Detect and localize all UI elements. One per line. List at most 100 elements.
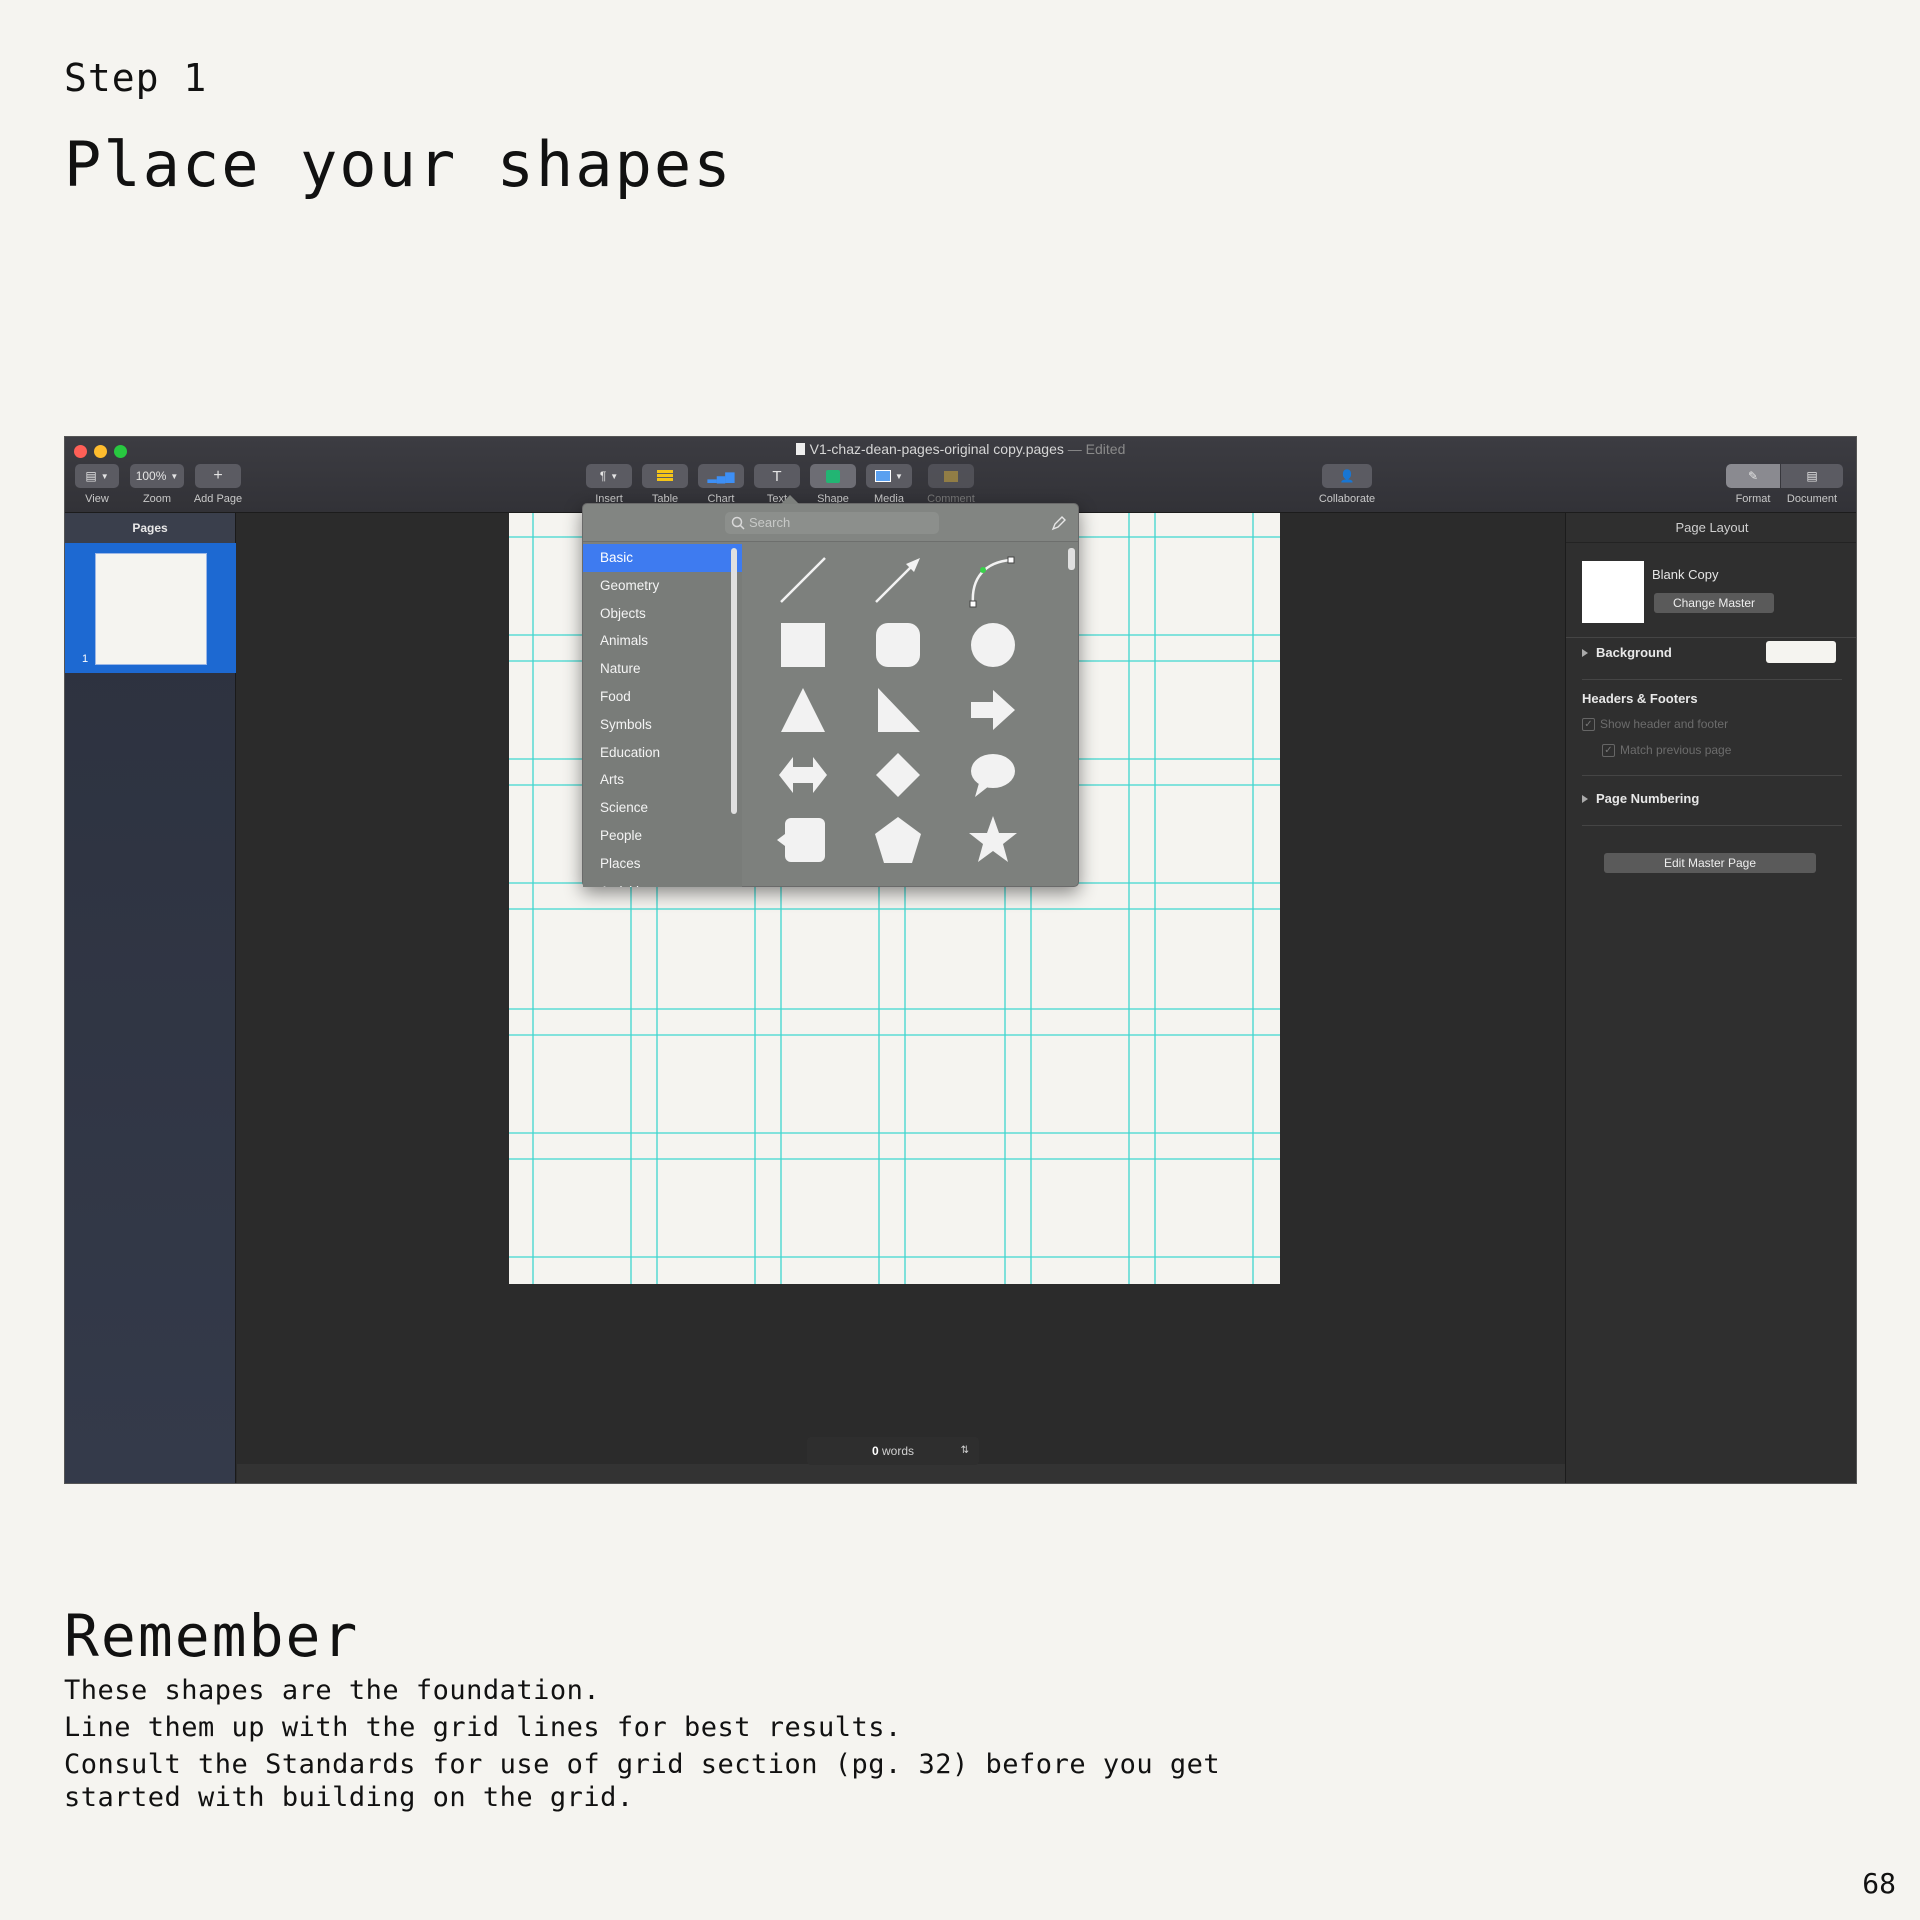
edited-status: — Edited bbox=[1067, 441, 1126, 457]
checkmark-icon: ✓ bbox=[1602, 744, 1615, 758]
shape-category-geometry[interactable]: Geometry bbox=[583, 572, 742, 600]
circle-icon[interactable] bbox=[961, 613, 1025, 677]
shape-picker-header: Search bbox=[583, 504, 1078, 542]
remember-heading: Remember bbox=[64, 1602, 360, 1670]
background-color-well[interactable] bbox=[1766, 641, 1836, 663]
view-button[interactable]: ▤ ▼ View bbox=[73, 464, 121, 505]
star-icon[interactable] bbox=[961, 808, 1025, 872]
pages-app-window: V1-chaz-dean-pages-original copy.pages —… bbox=[64, 436, 1857, 1484]
document-button[interactable]: ▤ Document bbox=[1781, 464, 1843, 505]
collaborate-label: Collaborate bbox=[1318, 493, 1376, 505]
chart-button[interactable]: ▂▄▆ Chart bbox=[697, 464, 745, 505]
pen-tool-icon[interactable] bbox=[1050, 514, 1068, 532]
chevron-down-icon: ▼ bbox=[610, 471, 619, 481]
change-master-button[interactable]: Change Master bbox=[1654, 593, 1774, 613]
chart-icon: ▂▄▆ bbox=[707, 469, 735, 483]
background-label: Background bbox=[1596, 645, 1672, 660]
zoom-menu[interactable]: 100% ▼ Zoom bbox=[129, 464, 185, 505]
shape-category-animals[interactable]: Animals bbox=[583, 627, 742, 655]
insert-button[interactable]: ¶ ▼ Insert bbox=[585, 464, 633, 505]
checkmark-icon: ✓ bbox=[1582, 718, 1595, 732]
chevron-down-icon: ▼ bbox=[170, 471, 179, 481]
shape-category-nature[interactable]: Nature bbox=[583, 655, 742, 683]
shape-category-objects[interactable]: Objects bbox=[583, 600, 742, 628]
shape-category-symbols[interactable]: Symbols bbox=[583, 711, 742, 739]
shape-button[interactable]: Shape bbox=[809, 464, 857, 505]
right-triangle-icon[interactable] bbox=[866, 678, 930, 742]
show-header-footer-checkbox[interactable]: ✓ Show header and footer bbox=[1582, 717, 1729, 732]
page-title: Place your shapes bbox=[64, 128, 733, 201]
chevron-down-icon: ▼ bbox=[895, 471, 903, 481]
search-icon bbox=[731, 516, 745, 530]
remember-body: These shapes are the foundation. Line th… bbox=[64, 1674, 1304, 1818]
shape-category-list: Basic Geometry Objects Animals Nature Food Sym… bbox=[583, 544, 742, 887]
table-button[interactable]: Table bbox=[641, 464, 689, 505]
shape-picker-popover: Search Basic Geometry Objects Animals Nature… bbox=[582, 495, 1079, 887]
page-thumbnail-selected[interactable]: 1 bbox=[65, 543, 236, 673]
add-page-label: Add Page bbox=[193, 493, 243, 505]
arrow-line-icon[interactable] bbox=[866, 548, 930, 612]
category-scrollbar[interactable] bbox=[731, 548, 737, 814]
line-icon[interactable] bbox=[771, 548, 835, 612]
word-count[interactable]: 0 words ⇅ bbox=[807, 1437, 979, 1465]
shape-category-people[interactable]: People bbox=[583, 822, 742, 850]
match-previous-page-checkbox[interactable]: ✓ Match previous page bbox=[1602, 743, 1732, 758]
shape-category-science[interactable]: Science bbox=[583, 794, 742, 822]
format-button[interactable]: ✎ Format bbox=[1725, 464, 1781, 505]
paintbrush-icon: ✎ bbox=[1747, 469, 1759, 483]
add-page-button[interactable]: + Add Page bbox=[191, 464, 245, 505]
shape-category-arts[interactable]: Arts bbox=[583, 766, 742, 794]
diamond-icon[interactable] bbox=[866, 743, 930, 807]
media-button[interactable]: ▼ Media bbox=[865, 464, 913, 505]
view-icon: ▤ bbox=[85, 469, 97, 483]
table-icon bbox=[657, 470, 673, 482]
shape-icon bbox=[826, 469, 840, 483]
master-page-thumbnail bbox=[1582, 561, 1644, 623]
popover-arrow bbox=[781, 495, 799, 504]
shape-search-input[interactable]: Search bbox=[725, 512, 939, 534]
triangle-icon[interactable] bbox=[771, 678, 835, 742]
shape-grid bbox=[746, 544, 1056, 887]
curve-icon[interactable] bbox=[961, 548, 1025, 612]
pages-heading: Pages bbox=[65, 513, 235, 543]
plus-icon: + bbox=[213, 467, 223, 484]
media-icon bbox=[875, 470, 892, 482]
collaborate-button[interactable]: 👤 Collaborate bbox=[1313, 464, 1381, 505]
canvas-bottom-bar bbox=[237, 1464, 1627, 1483]
document-icon: ▤ bbox=[1806, 469, 1818, 483]
comment-button[interactable]: Comment bbox=[921, 464, 981, 505]
page-thumbnails-sidebar: Pages 1 bbox=[65, 513, 236, 1483]
remember-line: Consult the Standards for use of grid se… bbox=[64, 1749, 1221, 1813]
arrow-icon[interactable] bbox=[961, 678, 1025, 742]
shape-category-activities[interactable]: Activities bbox=[583, 878, 742, 887]
shape-category-places[interactable]: Places bbox=[583, 850, 742, 878]
callout-square-icon[interactable] bbox=[771, 808, 835, 872]
disclosure-triangle-icon bbox=[1582, 649, 1588, 657]
page-thumbnail-number: 1 bbox=[82, 653, 89, 665]
shape-category-education[interactable]: Education bbox=[583, 739, 742, 767]
match-previous-page-label: Match previous page bbox=[1620, 743, 1732, 757]
page-numbering-label: Page Numbering bbox=[1596, 791, 1700, 806]
double-arrow-icon[interactable] bbox=[771, 743, 835, 807]
page-numbering-section[interactable]: Page Numbering bbox=[1582, 791, 1699, 806]
format-label: Format bbox=[1735, 493, 1771, 505]
remember-line: These shapes are the foundation. bbox=[64, 1675, 601, 1706]
window-title: V1-chaz-dean-pages-original copy.pages —… bbox=[65, 441, 1856, 457]
disclosure-triangle-icon bbox=[1582, 795, 1588, 803]
collaborate-icon: 👤 bbox=[1339, 469, 1355, 483]
speech-bubble-icon[interactable] bbox=[961, 743, 1025, 807]
document-icon bbox=[795, 443, 805, 455]
shape-category-basic[interactable]: Basic bbox=[583, 544, 742, 572]
shape-category-food[interactable]: Food bbox=[583, 683, 742, 711]
show-header-footer-label: Show header and footer bbox=[1600, 717, 1729, 731]
zoom-label: Zoom bbox=[142, 493, 172, 505]
edit-master-page-button[interactable]: Edit Master Page bbox=[1604, 853, 1816, 873]
page-thumbnail[interactable] bbox=[95, 553, 207, 665]
shape-grid-scrollbar[interactable] bbox=[1068, 548, 1075, 570]
rounded-square-icon[interactable] bbox=[866, 613, 930, 677]
square-icon[interactable] bbox=[771, 613, 835, 677]
pentagon-icon[interactable] bbox=[866, 808, 930, 872]
background-section[interactable]: Background bbox=[1582, 645, 1672, 660]
format-inspector: Page Layout Blank Copy Change Master Bac… bbox=[1565, 513, 1856, 1483]
inspector-title: Page Layout bbox=[1566, 513, 1856, 543]
